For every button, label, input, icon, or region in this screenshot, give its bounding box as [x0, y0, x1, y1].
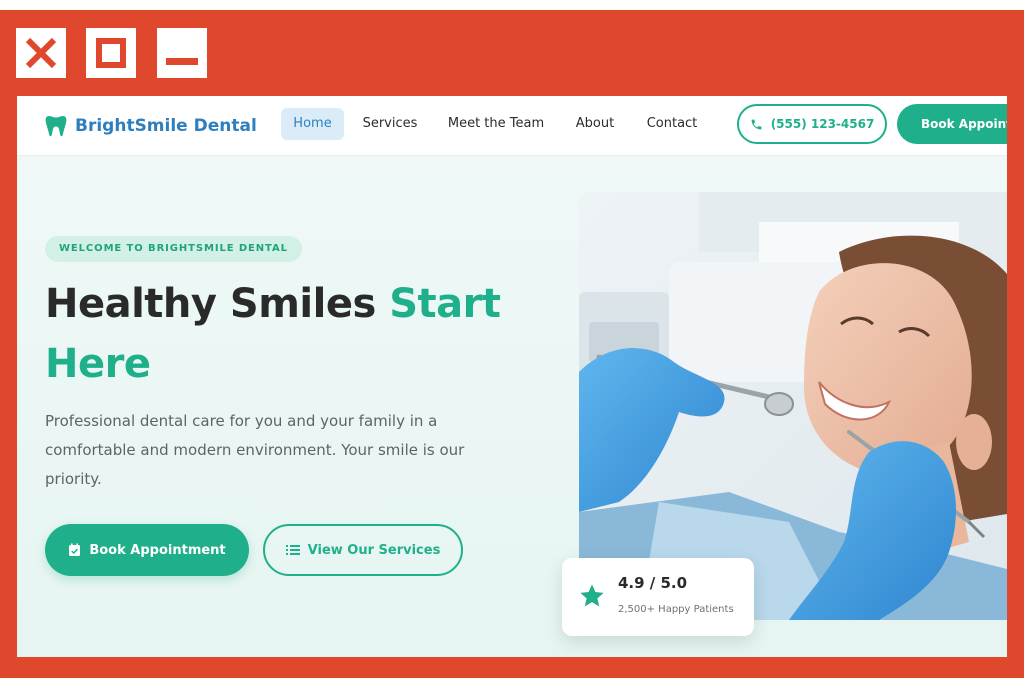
tooth-icon [45, 116, 67, 137]
nav-services[interactable]: Services [357, 108, 423, 140]
rating-subtitle: 2,500+ Happy Patients [618, 604, 734, 615]
headline-accent-start: Start [389, 281, 501, 327]
star-icon [580, 584, 604, 607]
view-services-label: View Our Services [307, 542, 441, 558]
headline-accent-here: Here [45, 341, 151, 387]
headline-text: Healthy Smiles [45, 281, 390, 327]
nav-about[interactable]: About [567, 108, 623, 140]
site-header: BrightSmile Dental Home Services Meet th… [17, 96, 1007, 156]
nav-meet-the-team[interactable]: Meet the Team [442, 108, 550, 140]
nav-home[interactable]: Home [281, 108, 344, 140]
rating-card: 4.9 / 5.0 2,500+ Happy Patients [562, 558, 754, 636]
maximize-icon[interactable] [86, 28, 136, 78]
hero-description: Professional dental care for you and you… [45, 412, 465, 488]
hero-headline: Healthy Smiles Start Here [45, 274, 565, 394]
close-icon[interactable] [16, 28, 66, 78]
calendar-check-icon [69, 543, 81, 556]
brand-logo[interactable]: BrightSmile Dental [45, 112, 257, 140]
minimize-icon[interactable] [157, 28, 207, 78]
window-frame: BrightSmile Dental Home Services Meet th… [0, 0, 1024, 683]
book-appointment-button[interactable]: Book Appointment [45, 524, 249, 576]
phone-icon [751, 119, 762, 129]
welcome-badge: WELCOME TO BRIGHTSMILE DENTAL [45, 236, 302, 262]
book-appointment-label: Book Appointment [89, 542, 226, 558]
nav-contact[interactable]: Contact [639, 108, 705, 140]
phone-number: (555) 123-4567 [770, 117, 875, 131]
brand-name: BrightSmile Dental [75, 116, 257, 136]
browser-viewport: BrightSmile Dental Home Services Meet th… [17, 96, 1007, 657]
book-appointment-nav-button[interactable]: Book Appointment [897, 104, 1007, 144]
phone-button[interactable]: (555) 123-4567 [737, 104, 887, 144]
list-icon [285, 545, 300, 555]
rating-value: 4.9 / 5.0 [618, 574, 688, 592]
view-services-button[interactable]: View Our Services [263, 524, 463, 576]
hero-image [579, 192, 1007, 620]
